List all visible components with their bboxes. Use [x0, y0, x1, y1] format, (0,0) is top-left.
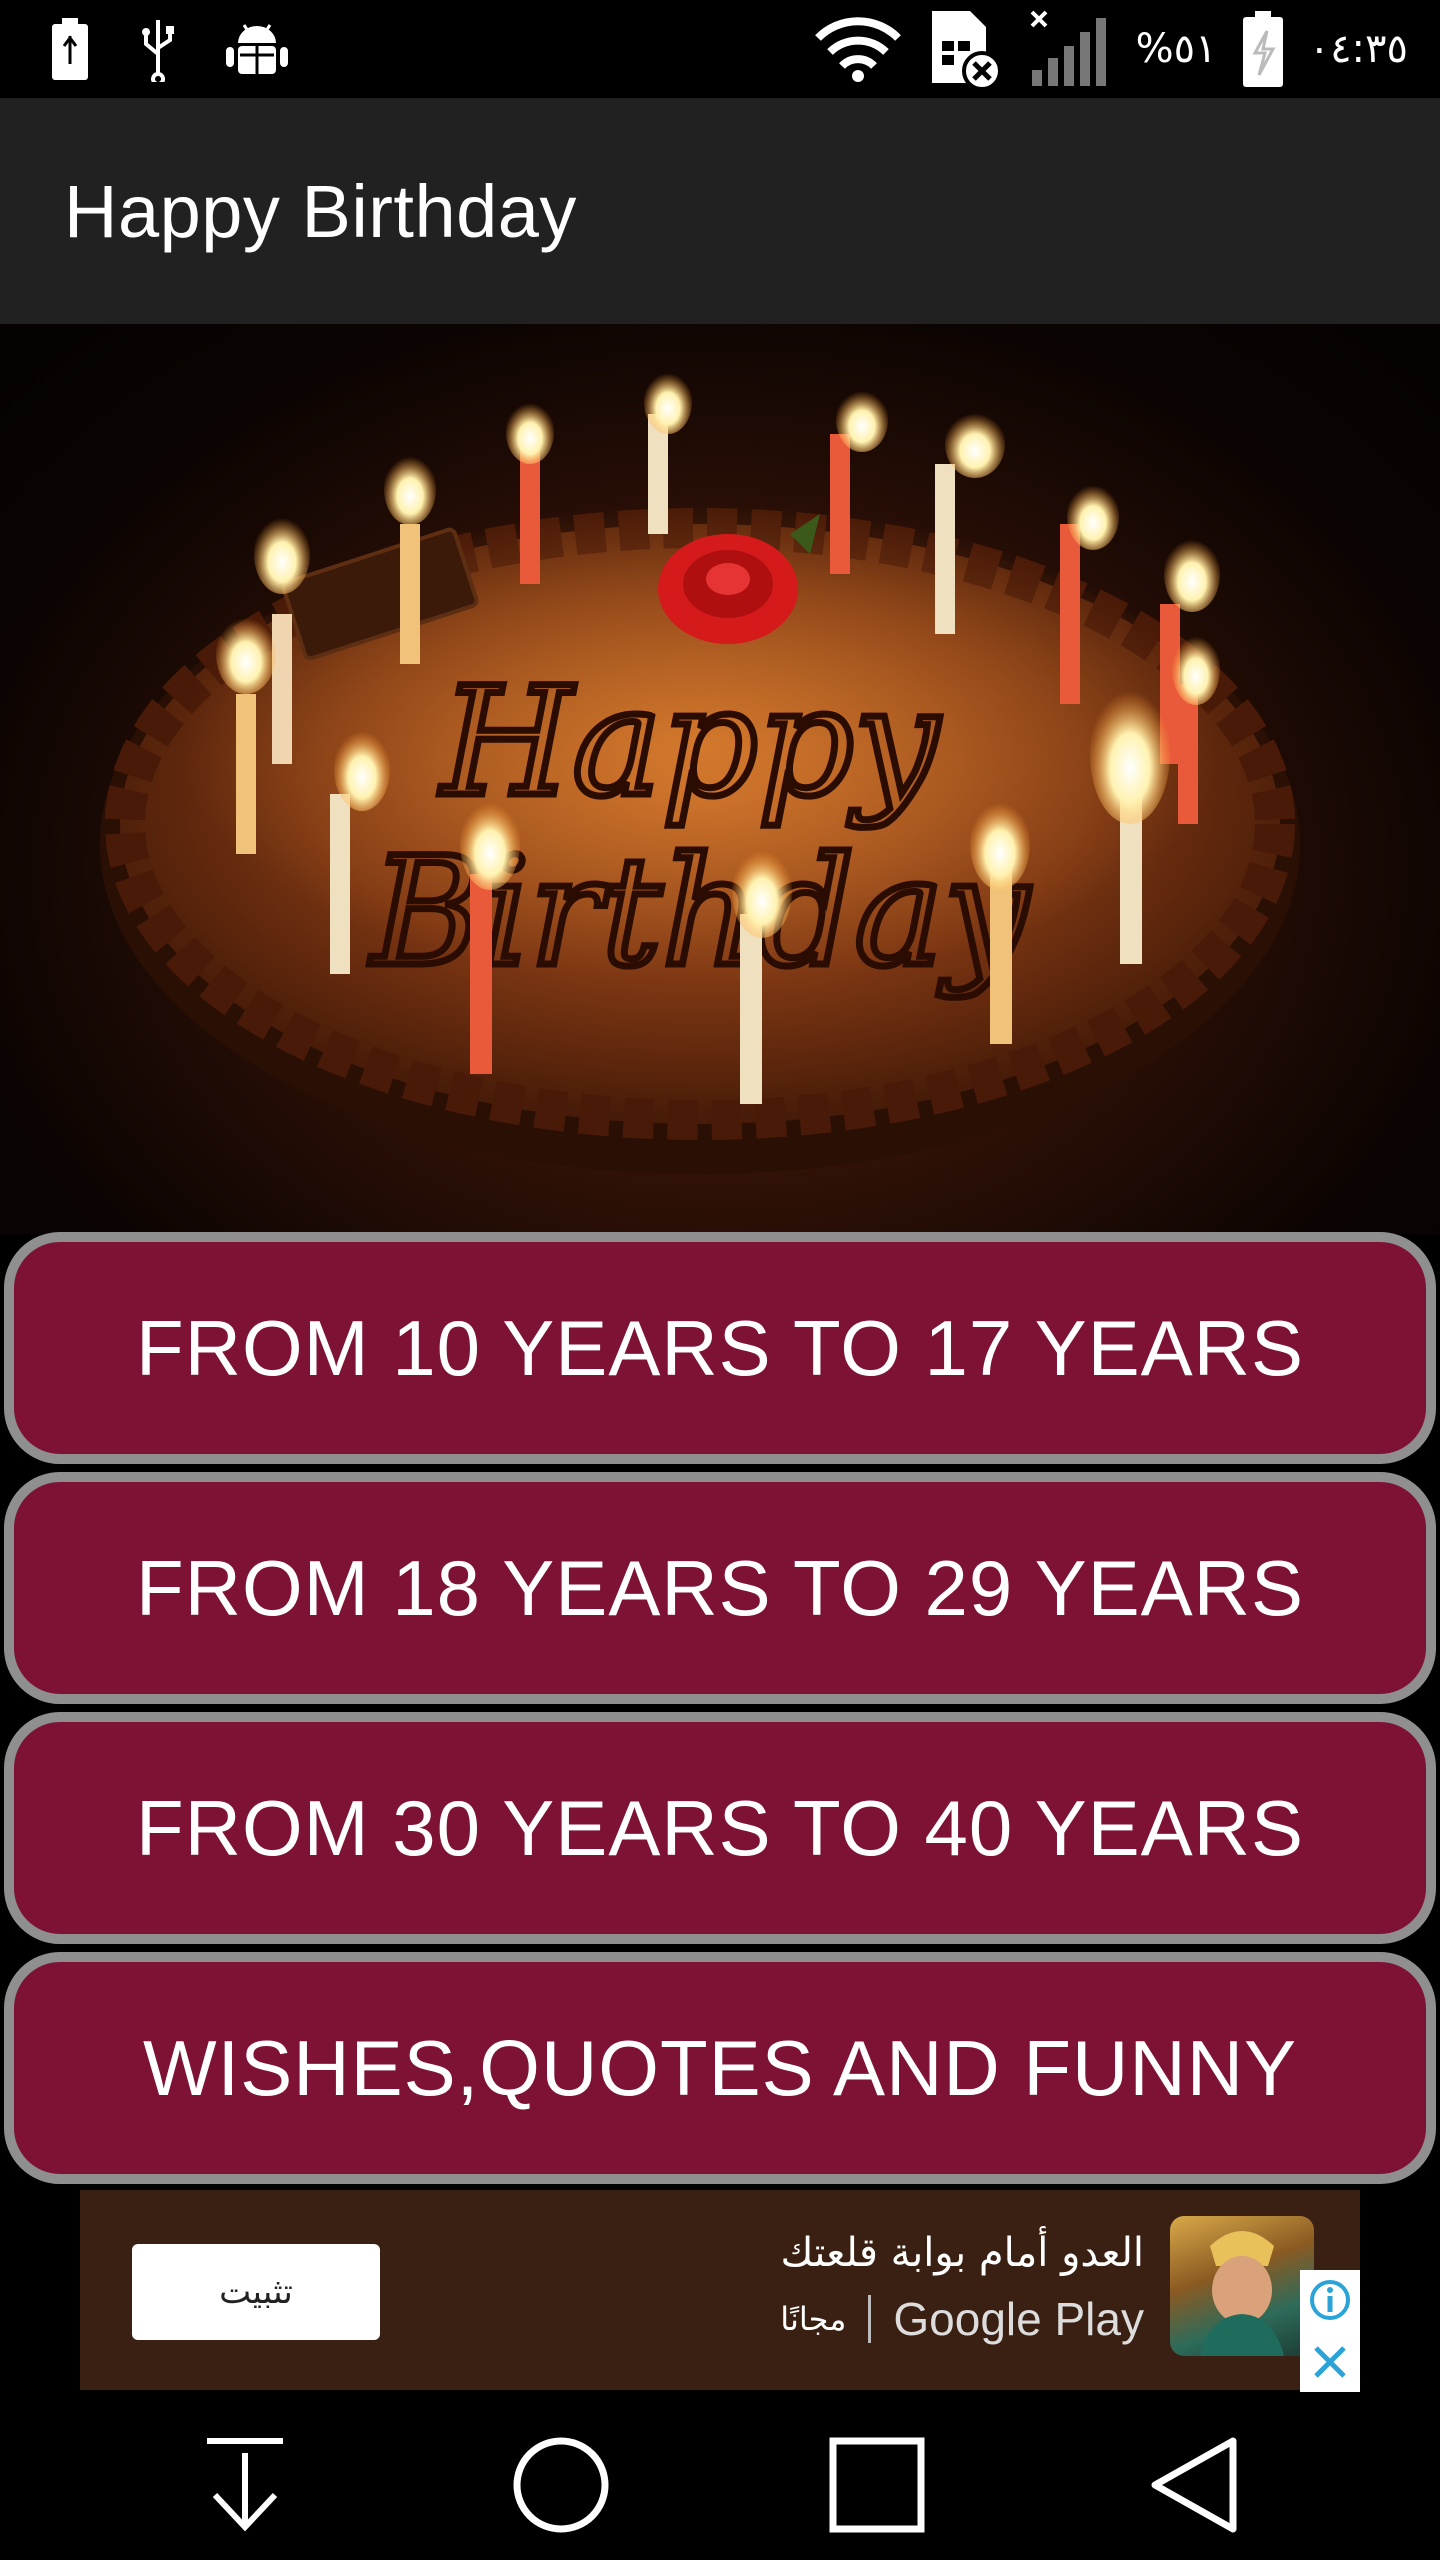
- button-label: FROM 30 YEARS TO 40 YEARS: [135, 1783, 1305, 1872]
- clock: ٠٤:٣٥: [1308, 26, 1408, 72]
- battery-saver-icon: [48, 16, 92, 82]
- app-bar: Happy Birthday: [0, 98, 1440, 324]
- age-30-40-button[interactable]: FROM 30 YEARS TO 40 YEARS: [4, 1712, 1436, 1944]
- navigation-bar: [0, 2392, 1440, 2560]
- ad-app-thumbnail[interactable]: [1170, 2216, 1314, 2356]
- wishes-quotes-funny-button[interactable]: WISHES,QUOTES AND FUNNY: [4, 1952, 1436, 2184]
- ad-install-button[interactable]: تثبيت: [132, 2244, 380, 2340]
- status-right-icons: %٥١ ٠٤:٣٥: [812, 7, 1408, 91]
- home-icon[interactable]: [506, 2430, 616, 2540]
- usb-icon: [136, 16, 180, 82]
- sim-card-missing-icon: [928, 7, 1004, 91]
- age-10-17-button[interactable]: FROM 10 YEARS TO 17 YEARS: [4, 1232, 1436, 1464]
- battery-percent: %٥١: [1135, 26, 1217, 72]
- app-title: Happy Birthday: [64, 169, 577, 253]
- cake-script-text: Happy: [438, 656, 940, 830]
- button-label: WISHES,QUOTES AND FUNNY: [142, 2023, 1298, 2112]
- ad-store-name: Google Play: [893, 2293, 1144, 2345]
- signal-off-icon: [1028, 10, 1112, 88]
- android-debug-icon: [224, 19, 290, 79]
- birthday-cake-image: Happy Birthday: [0, 324, 1440, 1234]
- wifi-icon: [812, 16, 904, 82]
- ad-divider: [868, 2295, 872, 2343]
- age-18-29-button[interactable]: FROM 18 YEARS TO 29 YEARS: [4, 1472, 1436, 1704]
- button-label: FROM 18 YEARS TO 29 YEARS: [135, 1543, 1305, 1632]
- ad-subline: مجانًا Google Play: [780, 2292, 1144, 2346]
- status-bar: %٥١ ٠٤:٣٥: [0, 0, 1440, 98]
- button-label: FROM 10 YEARS TO 17 YEARS: [135, 1303, 1305, 1392]
- back-icon[interactable]: [1140, 2430, 1250, 2540]
- ad-price: مجانًا: [780, 2300, 847, 2338]
- ad-close-icon[interactable]: [1310, 2342, 1350, 2387]
- ad-controls: [1300, 2270, 1360, 2394]
- ad-banner[interactable]: تثبيت العدو أمام بوابة قلعتك مجانًا Goog…: [80, 2190, 1360, 2394]
- battery-charging-icon: [1241, 9, 1285, 89]
- ad-info-icon[interactable]: [1308, 2278, 1352, 2327]
- cake-illustration: Happy Birthday: [100, 370, 1300, 1174]
- status-left-icons: [48, 16, 290, 82]
- hide-keyboard-icon[interactable]: [190, 2430, 300, 2540]
- ad-title: العدو أمام بوابة قلعتك: [780, 2230, 1144, 2276]
- recents-icon[interactable]: [822, 2430, 932, 2540]
